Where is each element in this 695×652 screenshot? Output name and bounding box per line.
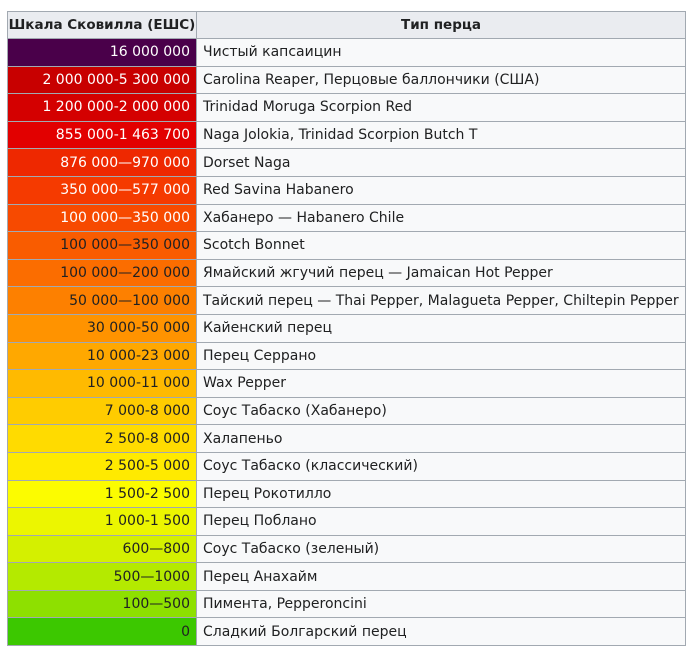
scale-value-cell: 100 000—350 000: [7, 231, 197, 260]
table-row: 1 000-1 500 Перец Поблано: [7, 507, 686, 536]
pepper-type-cell: Ямайский жгучий перец — Jamaican Hot Pep…: [196, 258, 686, 288]
scale-value-cell: 16 000 000: [7, 38, 197, 67]
header-pepper-type: Тип перца: [196, 11, 686, 39]
scale-value-cell: 100 000—200 000: [7, 258, 197, 288]
scale-value-cell: 2 000 000-5 300 000: [7, 65, 197, 95]
pepper-type-cell: Сладкий Болгарский перец: [196, 617, 686, 647]
table-header-row: Шкала Сковилла (ЕШС) Тип перца: [7, 11, 686, 39]
table-row: 10 000-23 000 Перец Серрано: [7, 341, 686, 371]
scale-value-cell: 500—1000: [7, 562, 197, 591]
table-row: 100 000—350 000 Хабанеро — Habanero Chile: [7, 203, 686, 233]
table-row: 16 000 000 Чистый капсаицин: [7, 38, 686, 67]
table-row: 2 000 000-5 300 000 Carolina Reaper, Перц…: [7, 65, 686, 95]
pepper-type-cell: Red Savina Habanero: [196, 175, 686, 205]
pepper-type-cell: Trinidad Moruga Scorpion Red: [196, 93, 686, 122]
table-row: 50 000—100 000 Тайский перец — Thai Peppe…: [7, 286, 686, 315]
pepper-type-cell: Scotch Bonnet: [196, 231, 686, 260]
pepper-type-cell: Wax Pepper: [196, 369, 686, 398]
table-row: 1 500-2 500 Перец Рокотилло: [7, 479, 686, 509]
table-row: 600—800 Соус Табаско (зеленый): [7, 534, 686, 564]
table-row: 100—500 Пимента, Pepperoncini: [7, 589, 686, 619]
scoville-table: Шкала Сковилла (ЕШС) Тип перца 16 000 00…: [7, 11, 686, 647]
pepper-type-cell: Dorset Naga: [196, 148, 686, 177]
scale-value-cell: 10 000-11 000: [7, 369, 197, 398]
pepper-type-cell: Халапеньо: [196, 424, 686, 453]
scale-value-cell: 100—500: [7, 589, 197, 619]
table-row: 100 000—350 000 Scotch Bonnet: [7, 231, 686, 260]
pepper-type-cell: Перец Анахайм: [196, 562, 686, 591]
table-row: 7 000-8 000 Соус Табаско (Хабанеро): [7, 396, 686, 426]
scale-value-cell: 1 000-1 500: [7, 507, 197, 536]
pepper-type-cell: Перец Рокотилло: [196, 479, 686, 509]
pepper-type-cell: Чистый капсаицин: [196, 38, 686, 67]
pepper-type-cell: Перец Серрано: [196, 341, 686, 371]
pepper-type-cell: Пимента, Pepperoncini: [196, 589, 686, 619]
scale-value-cell: 100 000—350 000: [7, 203, 197, 233]
pepper-type-cell: Соус Табаско (Хабанеро): [196, 396, 686, 426]
scale-value-cell: 30 000-50 000: [7, 313, 197, 343]
scale-value-cell: 1 200 000-2 000 000: [7, 93, 197, 122]
scale-value-cell: 2 500-8 000: [7, 424, 197, 453]
table-row: 1 200 000-2 000 000 Trinidad Moruga Scorp…: [7, 93, 686, 122]
pepper-type-cell: Хабанеро — Habanero Chile: [196, 203, 686, 233]
scale-value-cell: 7 000-8 000: [7, 396, 197, 426]
table-row: 2 500-8 000 Халапеньо: [7, 424, 686, 453]
table-row: 30 000-50 000 Кайенский перец: [7, 313, 686, 343]
pepper-type-cell: Соус Табаско (классический): [196, 451, 686, 481]
scale-value-cell: 350 000—577 000: [7, 175, 197, 205]
scale-value-cell: 855 000-1 463 700: [7, 120, 197, 150]
table-row: 2 500-5 000 Соус Табаско (классический): [7, 451, 686, 481]
table-body: 16 000 000 Чистый капсаицин 2 000 000-5 30…: [7, 38, 686, 647]
table-row: 855 000-1 463 700 Naga Jolokia, Trinidad …: [7, 120, 686, 150]
table-row: 100 000—200 000 Ямайский жгучий перец — J…: [7, 258, 686, 288]
pepper-type-cell: Carolina Reaper, Перцовые баллончики (СШ…: [196, 65, 686, 95]
scale-value-cell: 0: [7, 617, 197, 647]
table-row: 876 000—970 000 Dorset Naga: [7, 148, 686, 177]
pepper-type-cell: Перец Поблано: [196, 507, 686, 536]
scale-value-cell: 600—800: [7, 534, 197, 564]
scale-value-cell: 2 500-5 000: [7, 451, 197, 481]
table-row: 10 000-11 000 Wax Pepper: [7, 369, 686, 398]
header-scale: Шкала Сковилла (ЕШС): [7, 11, 197, 39]
scale-value-cell: 1 500-2 500: [7, 479, 197, 509]
scale-value-cell: 10 000-23 000: [7, 341, 197, 371]
pepper-type-cell: Соус Табаско (зеленый): [196, 534, 686, 564]
table-row: 0 Сладкий Болгарский перец: [7, 617, 686, 647]
scale-value-cell: 50 000—100 000: [7, 286, 197, 315]
pepper-type-cell: Тайский перец — Thai Pepper, Malagueta P…: [196, 286, 686, 315]
scoville-table-container: Шкала Сковилла (ЕШС) Тип перца 16 000 00…: [7, 11, 686, 647]
pepper-type-cell: Naga Jolokia, Trinidad Scorpion Butch T: [196, 120, 686, 150]
table-row: 500—1000 Перец Анахайм: [7, 562, 686, 591]
pepper-type-cell: Кайенский перец: [196, 313, 686, 343]
scale-value-cell: 876 000—970 000: [7, 148, 197, 177]
table-row: 350 000—577 000 Red Savina Habanero: [7, 175, 686, 205]
